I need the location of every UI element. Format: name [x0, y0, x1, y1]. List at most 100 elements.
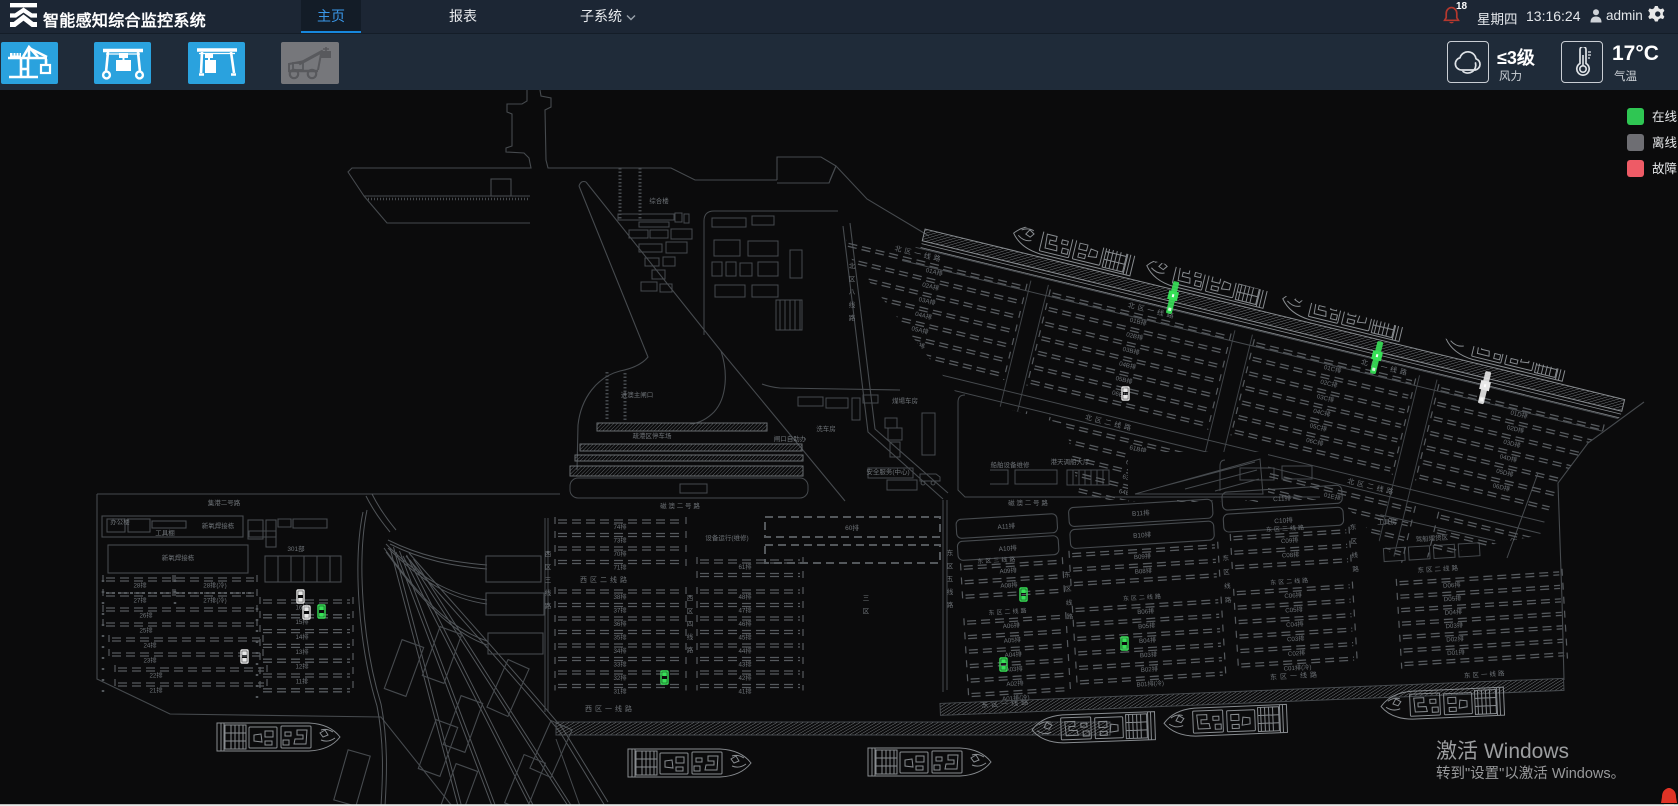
svg-text:14排: 14排	[295, 633, 308, 641]
svg-text:C06排: C06排	[1284, 591, 1302, 600]
svg-text:区: 区	[849, 275, 856, 283]
svg-text:36排: 36排	[613, 620, 626, 628]
svg-text:线: 线	[1224, 581, 1232, 590]
svg-text:煤場车房: 煤場车房	[892, 396, 918, 405]
svg-text:西: 西	[687, 594, 694, 602]
svg-text:路: 路	[849, 313, 856, 322]
svg-text:A06排: A06排	[1003, 621, 1021, 630]
svg-text:闸口自助办: 闸口自助办	[774, 434, 807, 443]
svg-text:路: 路	[947, 600, 954, 609]
svg-text:32排: 32排	[613, 674, 626, 682]
svg-text:48排: 48排	[738, 593, 751, 601]
svg-text:B05排: B05排	[1138, 621, 1156, 630]
svg-text:B01排(冷): B01排(冷)	[1136, 679, 1164, 689]
svg-text:11排: 11排	[296, 677, 309, 685]
svg-text:C04排: C04排	[1286, 620, 1304, 629]
svg-text:路: 路	[545, 601, 552, 610]
svg-text:D05排: D05排	[1444, 594, 1462, 603]
svg-text:24排: 24排	[143, 642, 156, 650]
svg-text:区: 区	[687, 607, 694, 615]
svg-text:线: 线	[947, 587, 954, 596]
svg-text:42排: 42排	[738, 674, 751, 682]
svg-text:31排: 31排	[613, 687, 626, 695]
svg-text:三: 三	[863, 594, 870, 602]
svg-text:线: 线	[849, 300, 856, 309]
svg-text:D06排: D06排	[1443, 581, 1461, 590]
svg-text:区: 区	[1223, 568, 1230, 576]
svg-text:磁 澳 二 号 路: 磁 澳 二 号 路	[660, 501, 700, 510]
svg-text:在线: 在线	[1652, 110, 1678, 124]
svg-text:设备运行(维修): 设备运行(维修)	[705, 533, 748, 542]
svg-text:区: 区	[1065, 585, 1072, 593]
svg-text:线: 线	[1351, 550, 1359, 559]
svg-text:集港二号路: 集港二号路	[208, 498, 241, 507]
svg-text:路: 路	[687, 645, 694, 654]
svg-text:43排: 43排	[738, 660, 751, 668]
svg-text:38排: 38排	[613, 593, 626, 601]
svg-text:27排: 27排	[133, 597, 146, 605]
svg-text:东: 东	[947, 548, 954, 557]
svg-text:船舶设备维修: 船舶设备维修	[991, 460, 1031, 469]
svg-text:激活 Windows: 激活 Windows	[1436, 740, 1569, 763]
svg-text:B04排: B04排	[1139, 636, 1157, 645]
svg-text:B03排: B03排	[1140, 650, 1158, 659]
svg-text:D02排: D02排	[1446, 635, 1464, 644]
svg-text:73排: 73排	[613, 536, 626, 544]
svg-text:74排: 74排	[613, 523, 626, 531]
svg-text:故障: 故障	[1652, 161, 1677, 176]
svg-text:D01排: D01排	[1447, 648, 1465, 657]
svg-text:28排(冷): 28排(冷)	[203, 582, 226, 590]
svg-text:安全服务(中心): 安全服务(中心)	[866, 467, 909, 476]
svg-text:线: 线	[545, 588, 552, 597]
svg-text:41排: 41排	[738, 687, 751, 695]
svg-text:办公楼: 办公楼	[110, 517, 130, 526]
svg-text:西: 西	[545, 550, 552, 558]
svg-text:60排: 60排	[845, 523, 859, 532]
svg-text:进澳主闸口: 进澳主闸口	[621, 390, 654, 399]
svg-text:转到"设置"以激活 Windows。: 转到"设置"以激活 Windows。	[1436, 765, 1625, 782]
svg-text:28排: 28排	[133, 582, 146, 590]
svg-text:C05排: C05排	[1285, 605, 1303, 614]
svg-text:D04排: D04排	[1444, 608, 1462, 617]
svg-text:区: 区	[545, 563, 552, 571]
svg-text:西区二线路: 西区二线路	[580, 575, 630, 584]
svg-text:区: 区	[863, 607, 870, 615]
svg-text:东: 东	[1349, 522, 1357, 531]
svg-text:疏港区停车场: 疏港区停车场	[633, 431, 673, 440]
svg-text:综合楼: 综合楼	[649, 196, 669, 205]
svg-text:新氧焊接栋: 新氧焊接栋	[162, 553, 195, 562]
svg-text:C02排: C02排	[1288, 649, 1306, 658]
svg-text:B09排: B09排	[1134, 552, 1152, 561]
svg-text:71排: 71排	[613, 563, 626, 571]
svg-text:工具房: 工具房	[1377, 517, 1397, 526]
svg-text:西区一线路: 西区一线路	[585, 704, 635, 713]
svg-text:12排: 12排	[295, 663, 308, 671]
svg-text:路: 路	[1352, 564, 1360, 573]
svg-text:25排: 25排	[139, 627, 152, 635]
svg-text:301部: 301部	[287, 544, 305, 553]
svg-text:33排: 33排	[613, 660, 626, 668]
svg-text:B06排: B06排	[1137, 607, 1155, 616]
svg-text:线: 线	[1066, 598, 1074, 607]
svg-text:A08排: A08排	[1000, 581, 1018, 590]
svg-text:路: 路	[1225, 595, 1233, 604]
svg-text:东: 东	[1064, 570, 1072, 579]
svg-text:工具棚: 工具棚	[155, 528, 175, 537]
svg-text:洗车房: 洗车房	[816, 424, 836, 433]
svg-text:港天调船大厅: 港天调船大厅	[1051, 457, 1091, 466]
svg-text:B02排: B02排	[1140, 665, 1158, 674]
svg-text:23排: 23排	[143, 657, 156, 665]
svg-text:61排: 61排	[738, 563, 751, 571]
svg-text:新氧焊接栋: 新氧焊接栋	[202, 521, 235, 530]
svg-text:东: 东	[1222, 553, 1230, 562]
svg-text:A02排: A02排	[1006, 679, 1024, 688]
svg-text:27排(冷): 27排(冷)	[203, 597, 226, 605]
svg-text:46排: 46排	[738, 620, 751, 628]
svg-text:线: 线	[687, 632, 694, 641]
svg-text:C09排: C09排	[1281, 536, 1299, 545]
svg-text:五: 五	[947, 575, 954, 583]
svg-text:三: 三	[545, 576, 552, 584]
svg-text:区: 区	[947, 562, 954, 570]
svg-text:C08排: C08排	[1282, 551, 1300, 560]
svg-text:44排: 44排	[738, 647, 751, 655]
